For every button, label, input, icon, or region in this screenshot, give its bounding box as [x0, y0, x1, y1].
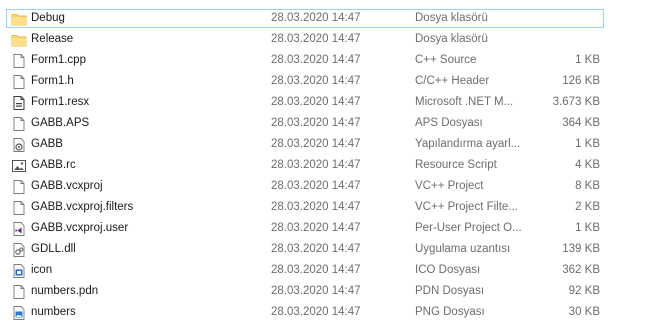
file-type: Dosya klasörü: [415, 33, 488, 45]
config-file-icon: [11, 137, 27, 153]
file-date-modified: 28.03.2020 14:47: [271, 201, 361, 213]
file-row-15[interactable]: numbers 28.03.2020 14:47 PNG Dosyası 30 KB: [0, 302, 654, 323]
ico-file-icon: [11, 263, 27, 279]
file-name: Form1.h: [31, 75, 74, 87]
file-size: 2 KB: [575, 201, 600, 213]
file-type: PNG Dosyası: [415, 306, 485, 318]
file-type: C/C++ Header: [415, 75, 490, 87]
folder-icon: [11, 32, 27, 48]
file-name: GABB.vcxproj.user: [31, 222, 129, 234]
file-row-3[interactable]: Form1.cpp 28.03.2020 14:47 C++ Source 1 KB: [0, 50, 654, 71]
file-size: 1 KB: [575, 138, 600, 150]
file-type: Resource Script: [415, 159, 497, 171]
file-row-11[interactable]: GABB.vcxproj.user 28.03.2020 14:47 Per-Use…: [0, 218, 654, 239]
file-icon: [11, 116, 27, 132]
file-date-modified: 28.03.2020 14:47: [271, 285, 361, 297]
file-name: Form1.cpp: [31, 54, 86, 66]
file-size: 3.673 KB: [552, 96, 600, 108]
file-name: Debug: [31, 12, 65, 24]
file-row-1[interactable]: Debug 28.03.2020 14:47 Dosya klasörü: [0, 8, 654, 29]
file-type: Yapılandırma ayarl...: [415, 138, 521, 150]
file-size: 8 KB: [575, 180, 600, 192]
file-name: Form1.resx: [31, 96, 90, 108]
file-icon: [11, 179, 27, 195]
file-date-modified: 28.03.2020 14:47: [271, 54, 361, 66]
file-name: GABB: [31, 138, 63, 150]
file-size: 30 KB: [568, 306, 600, 318]
file-type: Microsoft .NET M...: [415, 96, 514, 108]
file-name: Release: [31, 33, 74, 45]
file-row-12[interactable]: GDLL.dll 28.03.2020 14:47 Uygulama uzantıs…: [0, 239, 654, 260]
file-size: 139 KB: [562, 243, 600, 255]
file-size: 92 KB: [568, 285, 600, 297]
file-type: PDN Dosyası: [415, 285, 485, 297]
file-row-13[interactable]: icon 28.03.2020 14:47 ICO Dosyası 362 KB: [0, 260, 654, 281]
file-size: 4 KB: [575, 159, 600, 171]
file-date-modified: 28.03.2020 14:47: [271, 96, 361, 108]
file-name: GABB.rc: [31, 159, 76, 171]
file-icon: [11, 74, 27, 90]
file-icon: [11, 53, 27, 69]
file-type: C++ Source: [415, 54, 477, 66]
file-date-modified: 28.03.2020 14:47: [271, 117, 361, 129]
file-type: Uygulama uzantısı: [415, 243, 511, 255]
png-file-icon: [11, 305, 27, 321]
file-name: numbers.pdn: [31, 285, 99, 297]
file-row-2[interactable]: Release 28.03.2020 14:47 Dosya klasörü: [0, 29, 654, 50]
file-date-modified: 28.03.2020 14:47: [271, 33, 361, 45]
file-date-modified: 28.03.2020 14:47: [271, 159, 361, 171]
file-date-modified: 28.03.2020 14:47: [271, 138, 361, 150]
file-date-modified: 28.03.2020 14:47: [271, 12, 361, 24]
file-type: Dosya klasörü: [415, 12, 488, 24]
file-row-7[interactable]: GABB 28.03.2020 14:47 Yapılandırma ayarl..…: [0, 134, 654, 155]
file-size: 362 KB: [562, 264, 600, 276]
file-size: 364 KB: [562, 117, 600, 129]
visual-studio-file-icon: [11, 221, 27, 237]
file-icon: [11, 284, 27, 300]
file-name: GABB.vcxproj.filters: [31, 201, 134, 213]
file-date-modified: 28.03.2020 14:47: [271, 306, 361, 318]
file-row-10[interactable]: GABB.vcxproj.filters 28.03.2020 14:47 VC++…: [0, 197, 654, 218]
file-date-modified: 28.03.2020 14:47: [271, 222, 361, 234]
file-name: numbers: [31, 306, 76, 318]
file-size: 1 KB: [575, 222, 600, 234]
file-row-14[interactable]: numbers.pdn 28.03.2020 14:47 PDN Dosyası 92…: [0, 281, 654, 302]
file-row-4[interactable]: Form1.h 28.03.2020 14:47 C/C++ Header 126 K…: [0, 71, 654, 92]
file-row-6[interactable]: GABB.APS 28.03.2020 14:47 APS Dosyası 364 K…: [0, 113, 654, 134]
dll-file-icon: [11, 242, 27, 258]
file-type: Per-User Project O...: [415, 222, 522, 234]
file-size: 1 KB: [575, 54, 600, 66]
folder-icon: [11, 11, 27, 27]
file-row-8[interactable]: GABB.rc 28.03.2020 14:47 Resource Script 4 …: [0, 155, 654, 176]
file-row-9[interactable]: GABB.vcxproj 28.03.2020 14:47 VC++ Project…: [0, 176, 654, 197]
file-name: icon: [31, 264, 53, 276]
resource-script-icon: [11, 158, 27, 174]
file-row-5[interactable]: Form1.resx 28.03.2020 14:47 Microsoft .NET…: [0, 92, 654, 113]
file-date-modified: 28.03.2020 14:47: [271, 180, 361, 192]
file-type: VC++ Project Filte...: [415, 201, 518, 213]
file-name: GABB.vcxproj: [31, 180, 103, 192]
file-type: APS Dosyası: [415, 117, 483, 129]
file-name: GABB.APS: [31, 117, 90, 129]
file-size: 126 KB: [562, 75, 600, 87]
resx-file-icon: [11, 95, 27, 111]
file-name: GDLL.dll: [31, 243, 76, 255]
file-date-modified: 28.03.2020 14:47: [271, 264, 361, 276]
file-icon: [11, 200, 27, 216]
file-type: VC++ Project: [415, 180, 484, 192]
file-type: ICO Dosyası: [415, 264, 481, 276]
file-date-modified: 28.03.2020 14:47: [271, 243, 361, 255]
file-list: Debug 28.03.2020 14:47 Dosya klasörü Releas…: [0, 8, 654, 323]
file-date-modified: 28.03.2020 14:47: [271, 75, 361, 87]
